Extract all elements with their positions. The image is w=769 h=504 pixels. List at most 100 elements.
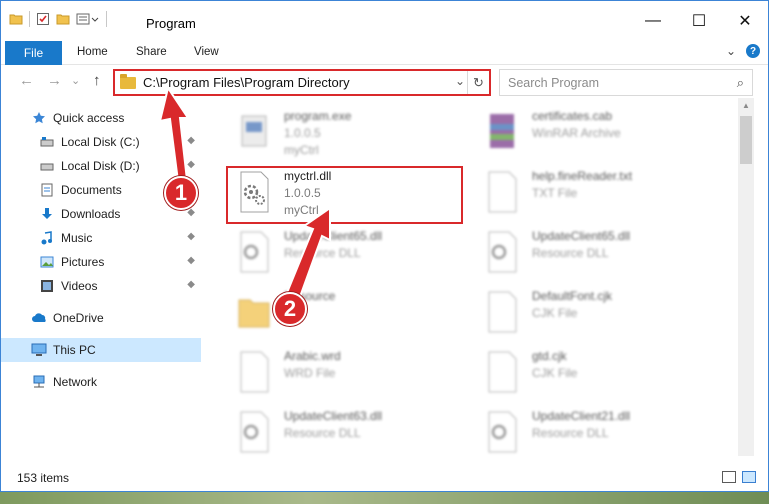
dll-gear-icon xyxy=(488,231,517,273)
pictures-icon xyxy=(39,254,55,270)
sidebar-item-label: Documents xyxy=(61,183,122,197)
sidebar-item-label: Pictures xyxy=(61,255,105,269)
folder-icon xyxy=(120,73,136,89)
window-controls: — ☐ ✕ xyxy=(630,1,768,41)
refresh-button[interactable]: ↻ xyxy=(467,71,489,94)
highlight-box xyxy=(226,166,463,224)
documents-icon xyxy=(39,182,55,198)
explorer-window: Program — ☐ ✕ File Home Share View ⌄ ? ←… xyxy=(0,0,769,492)
tab-file[interactable]: File xyxy=(5,41,62,65)
file-detail: TXT File xyxy=(532,186,578,200)
customize-toolbar-icon[interactable] xyxy=(76,12,100,26)
status-bar: 153 items xyxy=(1,467,768,491)
file-name: UpdateClient65.dll xyxy=(284,229,383,243)
scroll-up-icon[interactable]: ▲ xyxy=(738,98,754,112)
blank-file-icon xyxy=(488,351,517,393)
file-item[interactable]: UpdateClient65.dll Resource DLL xyxy=(466,224,711,280)
pin-icon[interactable]: ◆ xyxy=(187,231,195,242)
download-icon xyxy=(39,206,55,222)
navigation-pane: Quick access Local Disk (C:) ◆ Local Dis… xyxy=(1,98,207,456)
address-bar[interactable]: C:\Program Files\Program Directory ⌄ ↻ xyxy=(113,69,491,96)
sidebar-item-onedrive[interactable]: OneDrive xyxy=(1,306,201,330)
step-2-badge: 2 xyxy=(273,292,307,326)
tab-home[interactable]: Home xyxy=(77,46,108,58)
file-detail: 1.0.0.5 xyxy=(284,126,321,140)
file-name: UpdateClient63.dll xyxy=(284,409,383,423)
file-item[interactable]: DefaultFont.cjk CJK File xyxy=(466,284,711,340)
back-button[interactable]: ← xyxy=(19,72,34,89)
file-item[interactable]: UpdateClient65.dll Resource DLL xyxy=(218,224,463,280)
sidebar-item-label: OneDrive xyxy=(53,311,104,325)
maximize-button[interactable]: ☐ xyxy=(676,1,722,41)
sidebar-item-pictures[interactable]: Pictures ◆ xyxy=(1,250,201,274)
file-item[interactable]: certificates.cab WinRAR Archive xyxy=(466,104,711,160)
file-detail: CJK File xyxy=(532,366,578,380)
pin-icon[interactable]: ◆ xyxy=(187,159,195,170)
videos-icon xyxy=(39,278,55,294)
toolbar-divider xyxy=(29,11,30,27)
forward-button[interactable]: → xyxy=(47,72,62,89)
file-item[interactable]: gtd.cjk CJK File xyxy=(466,344,711,400)
scrollbar-thumb[interactable] xyxy=(740,116,752,164)
file-item[interactable]: Arabic.wrd WRD File xyxy=(218,344,463,400)
sidebar-item-label: Network xyxy=(53,375,98,389)
tab-view[interactable]: View xyxy=(194,46,219,58)
properties-icon[interactable] xyxy=(36,12,50,26)
sidebar-item-label: Local Disk (D:) xyxy=(61,159,140,173)
file-item[interactable]: UpdateClient63.dll Resource DLL xyxy=(218,404,463,456)
help-icon[interactable]: ? xyxy=(746,44,760,58)
title-bar: Program — ☐ ✕ xyxy=(1,1,768,41)
toolbar-divider xyxy=(106,11,107,27)
file-item[interactable]: program.exe 1.0.0.5 myCtrl xyxy=(218,104,463,160)
file-detail: Resource DLL xyxy=(284,426,361,440)
cloud-icon xyxy=(31,310,47,326)
sidebar-item-label: Downloads xyxy=(61,207,121,221)
window-title: Program xyxy=(146,16,196,31)
file-list: program.exe 1.0.0.5 myCtrl certificates.ca… xyxy=(208,98,738,456)
pin-icon[interactable]: ◆ xyxy=(187,279,195,290)
search-box[interactable]: Search Program ⌕ xyxy=(499,69,753,96)
minimize-button[interactable]: — xyxy=(630,1,676,41)
address-path[interactable]: C:\Program Files\Program Directory xyxy=(143,75,350,90)
file-detail: Resource DLL xyxy=(532,426,609,440)
file-detail: Resource DLL xyxy=(284,246,361,260)
ribbon-tabs: File Home Share View ⌄ ? xyxy=(1,41,768,65)
sidebar-item-local-disk-c[interactable]: Local Disk (C:) ◆ xyxy=(1,130,201,154)
sidebar-item-videos[interactable]: Videos ◆ xyxy=(1,274,201,298)
file-name: program.exe xyxy=(284,109,352,123)
close-button[interactable]: ✕ xyxy=(722,1,768,41)
file-item[interactable]: Resource xyxy=(218,284,463,340)
music-icon xyxy=(39,230,55,246)
details-view-icon[interactable] xyxy=(722,471,736,483)
search-icon: ⌕ xyxy=(736,74,744,90)
sidebar-item-quick-access[interactable]: Quick access xyxy=(1,106,201,130)
file-item[interactable]: help.fineReader.txt TXT File xyxy=(466,164,711,220)
sidebar-item-network[interactable]: Network xyxy=(1,370,201,394)
desktop-background xyxy=(0,492,769,504)
expand-ribbon-icon[interactable]: ⌄ xyxy=(726,44,736,58)
drive-icon xyxy=(39,158,55,174)
pin-icon[interactable]: ◆ xyxy=(187,255,195,266)
sidebar-item-label: Quick access xyxy=(53,111,125,125)
pin-icon[interactable]: ◆ xyxy=(187,207,195,218)
vertical-scrollbar[interactable]: ▲ xyxy=(738,98,754,456)
search-input[interactable]: Search Program xyxy=(508,76,599,90)
large-icons-view-icon[interactable] xyxy=(742,471,756,483)
file-name: help.fineReader.txt xyxy=(532,169,633,183)
file-item[interactable]: UpdateClient21.dll Resource DLL xyxy=(466,404,711,456)
sidebar-item-music[interactable]: Music ◆ xyxy=(1,226,201,250)
pin-icon[interactable]: ◆ xyxy=(187,135,195,146)
file-name: UpdateClient21.dll xyxy=(532,409,631,423)
sidebar-item-local-disk-d[interactable]: Local Disk (D:) ◆ xyxy=(1,154,201,178)
file-detail: WinRAR Archive xyxy=(532,126,621,140)
recent-locations-button[interactable]: ⌄ xyxy=(71,74,80,87)
up-button[interactable]: ↑ xyxy=(93,72,101,89)
drive-icon xyxy=(39,134,55,150)
star-icon xyxy=(31,110,47,126)
pc-icon xyxy=(31,342,47,358)
new-folder-icon[interactable] xyxy=(56,12,70,26)
address-dropdown-button[interactable]: ⌄ xyxy=(455,74,465,88)
tab-share[interactable]: Share xyxy=(136,46,167,58)
sidebar-item-this-pc[interactable]: This PC xyxy=(1,338,201,362)
sidebar-item-label: Local Disk (C:) xyxy=(61,135,140,149)
